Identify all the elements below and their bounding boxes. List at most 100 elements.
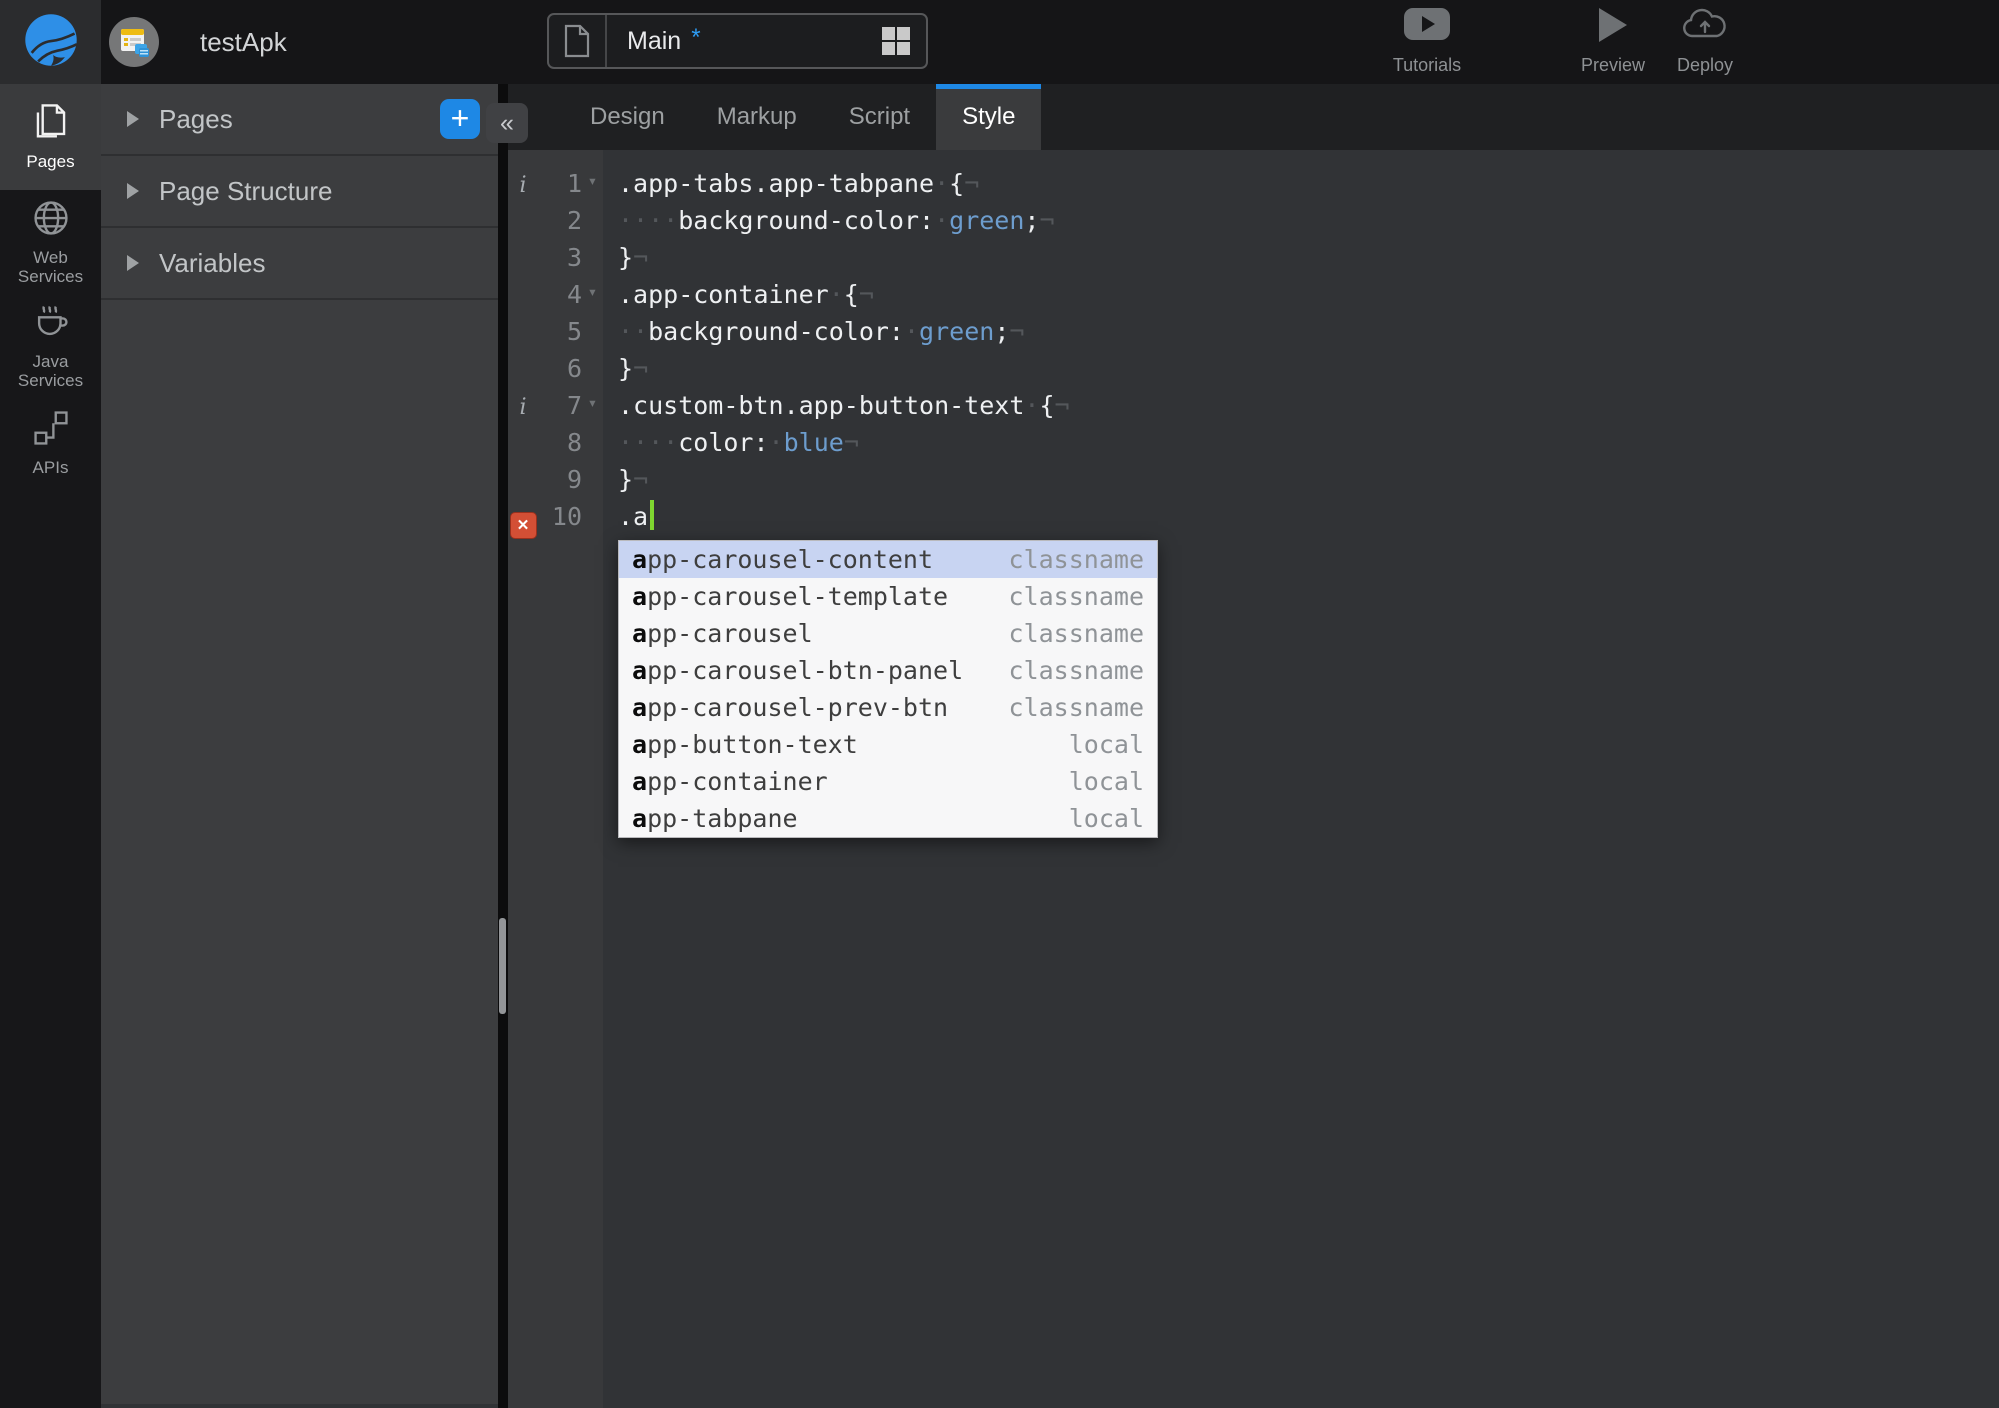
code-line[interactable]: 6}¬ xyxy=(508,350,1999,387)
line-number: 6 xyxy=(566,354,582,383)
code-token: green xyxy=(919,317,995,346)
code-token: .app-tabs.app-tabpane xyxy=(618,169,935,198)
code-token: background-color: xyxy=(678,206,935,235)
tab-script[interactable]: Script xyxy=(823,84,936,150)
gutter-fold-cell: ▾ xyxy=(582,387,603,424)
section-label: Variables xyxy=(159,247,266,278)
grid-view-icon[interactable] xyxy=(881,15,926,67)
fold-icon[interactable]: ▾ xyxy=(588,282,598,301)
line-number: 2 xyxy=(566,206,582,235)
appery-wave-icon xyxy=(23,10,79,75)
tutorials-button[interactable]: Tutorials xyxy=(1382,8,1472,78)
autocomplete-item[interactable]: app-carousel-content classname xyxy=(619,541,1157,578)
autocomplete-item-type: local xyxy=(1068,730,1144,759)
tab-style[interactable]: Style xyxy=(936,84,1042,150)
code-text: .app-container·{¬ xyxy=(603,276,874,313)
app-name: testApk xyxy=(200,26,287,57)
gutter-fold-cell xyxy=(582,239,603,276)
gutter-info-cell xyxy=(508,202,538,239)
code-text: ····color:·blue¬ xyxy=(603,424,859,461)
autocomplete-item-type: classname xyxy=(1008,693,1144,722)
line-number: 8 xyxy=(566,428,582,457)
code-line[interactable]: ✕ 10 .a xyxy=(508,498,1999,539)
autocomplete-item[interactable]: app-carousel-btn-panel classname xyxy=(619,652,1157,689)
rail-label: APIs xyxy=(32,458,69,477)
gutter-info-cell: i xyxy=(508,165,538,202)
rail-item-java-services[interactable]: Java Services xyxy=(0,294,101,398)
code-text: }¬ xyxy=(603,239,648,276)
fold-icon[interactable]: ▾ xyxy=(588,393,598,412)
section-page-structure[interactable]: Page Structure xyxy=(101,156,498,228)
autocomplete-item-name: app-carousel-btn-panel xyxy=(632,656,964,685)
info-icon[interactable]: i xyxy=(519,395,526,420)
code-token: .custom-btn.app-button-text xyxy=(618,391,1025,420)
autocomplete-item-type: classname xyxy=(1008,545,1144,574)
tab-design[interactable]: Design xyxy=(564,84,691,150)
tab-markup[interactable]: Markup xyxy=(691,84,823,150)
chevron-right-icon xyxy=(127,111,139,127)
autocomplete-item[interactable]: app-carousel-prev-btn classname xyxy=(619,689,1157,726)
brand-logo[interactable] xyxy=(0,0,101,84)
autocomplete-item-type: classname xyxy=(1008,582,1144,611)
code-token: ; xyxy=(1024,206,1040,235)
gutter-info-cell: ✕ xyxy=(508,498,538,539)
rail-item-apis[interactable]: APIs xyxy=(0,398,101,488)
autocomplete-item-name: app-carousel-template xyxy=(632,582,949,611)
code-token: color: xyxy=(678,428,769,457)
code-text: .custom-btn.app-button-text·{¬ xyxy=(603,387,1070,424)
gutter-info-cell xyxy=(508,239,538,276)
code-token: { xyxy=(949,169,965,198)
line-number: 5 xyxy=(566,317,582,346)
code-line[interactable]: 2 ····background-color:·green;¬ xyxy=(508,202,1999,239)
deploy-label: Deploy xyxy=(1676,55,1734,75)
autocomplete-item-name: app-carousel-content xyxy=(632,545,934,574)
fold-icon[interactable]: ▾ xyxy=(588,171,598,190)
open-page-selector[interactable]: Main * xyxy=(547,13,928,69)
section-variables[interactable]: Variables xyxy=(101,228,498,300)
autocomplete-item[interactable]: app-carousel classname xyxy=(619,615,1157,652)
play-icon xyxy=(1599,8,1627,42)
autocomplete-item[interactable]: app-tabpane local xyxy=(619,800,1157,837)
error-icon[interactable]: ✕ xyxy=(509,512,537,539)
gutter-fold-cell xyxy=(582,498,603,535)
code-line[interactable]: 8 ····color:·blue¬ xyxy=(508,424,1999,461)
code-line[interactable]: 3}¬ xyxy=(508,239,1999,276)
rail-label: Pages xyxy=(26,152,75,171)
code-line[interactable]: 9}¬ xyxy=(508,461,1999,498)
autocomplete-popup: app-carousel-content classname app-carouse… xyxy=(618,540,1158,838)
code-token: ·· xyxy=(618,317,649,346)
autocomplete-item-name: app-carousel xyxy=(632,619,813,648)
autocomplete-item[interactable]: app-container local xyxy=(619,763,1157,800)
code-line[interactable]: 4 ▾ .app-container·{¬ xyxy=(508,276,1999,313)
rail-item-web-services[interactable]: Web Services xyxy=(0,190,101,294)
code-token: blue xyxy=(783,428,844,457)
preview-button[interactable]: Preview xyxy=(1568,8,1658,78)
section-label: Page Structure xyxy=(159,175,333,206)
panel-scrollbar[interactable] xyxy=(499,918,506,1014)
code-line[interactable]: i 7 ▾ .custom-btn.app-button-text·{¬ xyxy=(508,387,1999,424)
code-token: ¬ xyxy=(964,169,980,198)
section-pages[interactable]: Pages + xyxy=(101,84,498,156)
deploy-button[interactable]: Deploy xyxy=(1660,8,1750,78)
youtube-icon xyxy=(1404,8,1450,40)
code-line[interactable]: 5 ··background-color:·green;¬ xyxy=(508,313,1999,350)
code-token: .a xyxy=(618,502,649,531)
code-line[interactable]: i 1 ▾ .app-tabs.app-tabpane·{¬ xyxy=(508,165,1999,202)
info-icon[interactable]: i xyxy=(519,173,526,198)
autocomplete-item[interactable]: app-carousel-template classname xyxy=(619,578,1157,615)
line-number: 7 xyxy=(566,391,582,420)
unsaved-marker: * xyxy=(691,24,701,51)
panel-editor-divider xyxy=(498,84,508,1408)
rail-item-pages[interactable]: Pages xyxy=(0,84,101,190)
autocomplete-item[interactable]: app-button-text local xyxy=(619,726,1157,763)
code-text: }¬ xyxy=(603,461,648,498)
code-text: ····background-color:·green;¬ xyxy=(603,202,1055,239)
code-token: background-color: xyxy=(648,317,904,346)
gutter-info-cell: i xyxy=(508,387,538,424)
add-page-button[interactable]: + xyxy=(440,99,480,139)
code-token: } xyxy=(618,465,634,494)
pages-icon xyxy=(33,103,69,146)
rail-label: Java Services xyxy=(17,351,84,390)
collapse-panel-button[interactable]: « xyxy=(486,103,528,143)
gutter-fold-cell: ▾ xyxy=(582,276,603,313)
